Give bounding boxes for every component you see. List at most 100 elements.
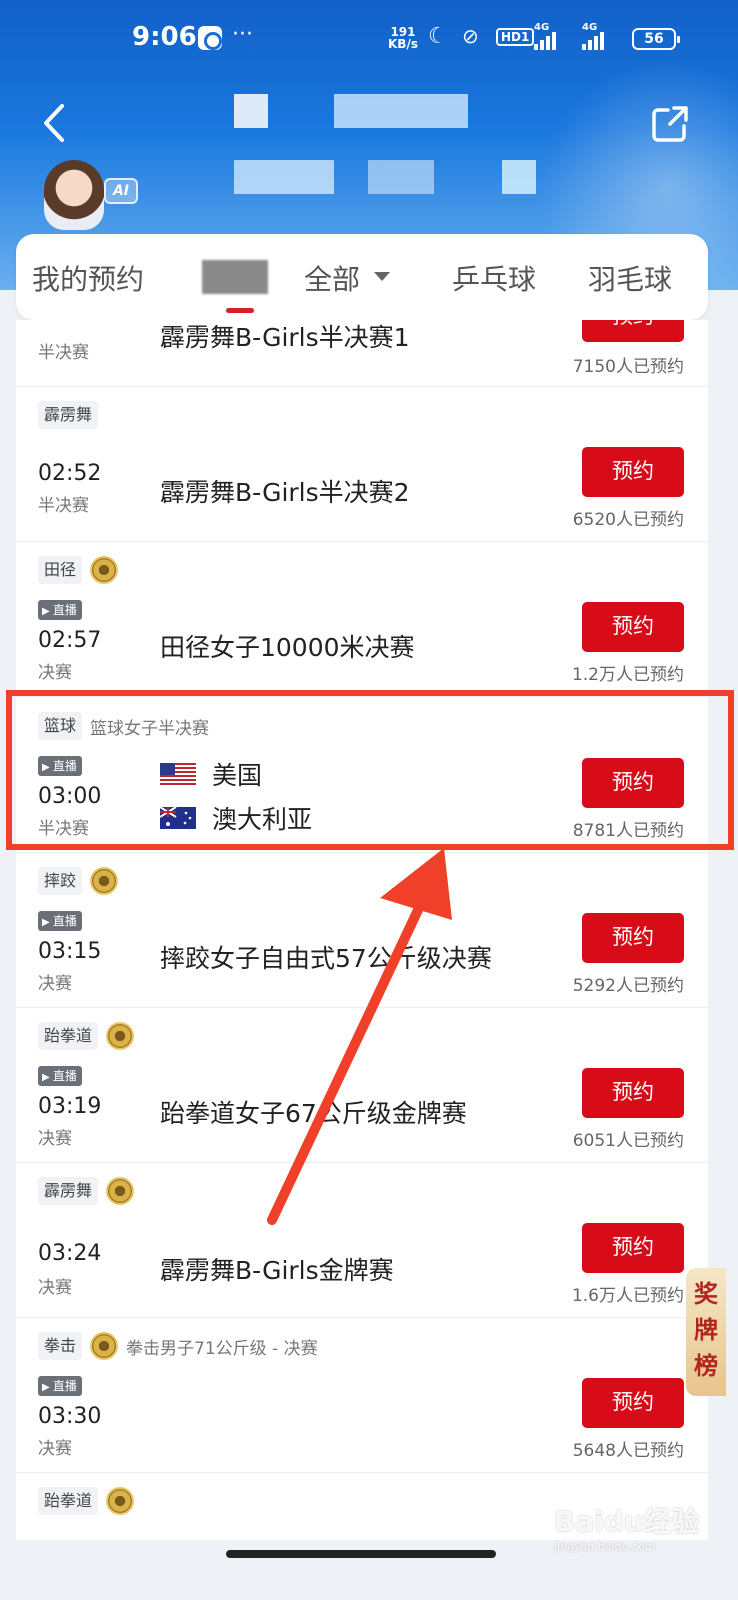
event-time: 03:00 [38,784,102,809]
category-row: 霹雳舞 [38,401,99,429]
obscured-subtitle [502,160,536,194]
tab-my-bookings[interactable]: 我的预约 [32,258,144,298]
share-button[interactable] [650,104,690,144]
tab-badminton[interactable]: 羽毛球 [588,258,672,298]
team-row: 澳大利亚 [160,796,312,840]
event-time: 02:57 [38,628,102,653]
event-stage: 决赛 [38,1439,72,1459]
medal-board-char: 牌 [694,1316,718,1344]
list-item: 摔跤 直播 03:15 决赛 摔跤女子自由式57公斤级决赛 预约 5292人已预… [16,853,708,1008]
medal-icon [90,867,119,895]
chevron-down-icon[interactable] [374,272,390,281]
home-indicator[interactable] [226,1550,496,1558]
book-button[interactable]: 预约 [582,758,684,808]
active-tab-indicator [226,308,254,313]
event-title: 摔跤女子自由式57公斤级决赛 [160,944,492,973]
event-stage: 决赛 [38,974,72,994]
tab-all[interactable]: 全部 [304,258,360,298]
event-time: 03:24 [38,1241,102,1266]
obscured-title [234,94,268,128]
booking-count: 7150人已预约 [572,357,684,377]
book-button[interactable]: 预约 [582,1068,684,1118]
event-title: 霹雳舞B-Girls半决赛1 [160,323,410,352]
booking-count: 5292人已预约 [572,976,684,996]
book-button[interactable]: 预约 [582,447,684,497]
back-chevron-icon [44,104,64,142]
live-badge: 直播 [38,1376,82,1396]
watermark-brand: Baidu经验 [554,1505,700,1538]
category-row: 霹雳舞 [38,1177,135,1205]
event-time: 03:30 [38,1404,102,1429]
signal-icon-2: 4G [582,22,604,50]
event-title: 霹雳舞B-Girls金牌赛 [160,1256,394,1285]
category-tag: 田径 [38,556,83,584]
event-stage: 半决赛 [38,496,89,516]
more-notifications-icon: ··· [232,22,253,47]
event-stage: 半决赛 [38,343,89,363]
event-time: 02:52 [38,461,102,486]
live-badge: 直播 [38,911,82,931]
team-row: 美国 [160,752,312,796]
event-list: 半决赛 霹雳舞B-Girls半决赛1 预约 7150人已预约 霹雳舞 02:52… [16,320,708,1540]
list-item: 霹雳舞 02:52 半决赛 霹雳舞B-Girls半决赛2 预约 6520人已预约 [16,387,708,542]
status-time: 9:06 [132,22,197,52]
category-tag: 篮球 [38,712,83,740]
list-item: 田径 直播 02:57 决赛 田径女子10000米决赛 预约 1.2万人已预约 [16,542,708,697]
event-stage: 决赛 [38,1129,72,1149]
booking-count: 1.2万人已预约 [571,665,684,685]
australia-flag-icon [160,807,196,829]
category-row: 跆拳道 [38,1487,135,1515]
event-title: 霹雳舞B-Girls半决赛2 [160,478,410,507]
team-name: 美国 [212,761,263,790]
live-badge: 直播 [38,756,82,776]
obscured-subtitle [234,160,334,194]
category-row: 跆拳道 [38,1022,135,1050]
category-row: 摔跤 [38,867,119,895]
watermark: Baidu经验 jingyan.baidu.com [554,1500,700,1553]
team-name: 澳大利亚 [212,805,313,834]
list-item: 半决赛 霹雳舞B-Girls半决赛1 预约 7150人已预约 [16,320,708,387]
category-row: 田径 [38,556,119,584]
category-tabs: 我的预约 全部 乒乓球 羽毛球 [16,234,708,320]
list-item: 跆拳道 直播 03:19 决赛 跆拳道女子67公斤级金牌赛 预约 6051人已预… [16,1008,708,1163]
medal-icon [106,1177,135,1205]
signal-icon: 4G [534,22,556,50]
live-badge: 直播 [38,1066,82,1086]
medal-icon [106,1487,135,1515]
booking-count: 1.6万人已预约 [571,1286,684,1306]
booking-count: 8781人已预约 [572,821,684,841]
category-row: 拳击 拳击男子71公斤级 - 决赛 [38,1332,318,1360]
mute-icon: ⊘ [462,24,479,48]
booking-count: 6051人已预约 [572,1131,684,1151]
category-tag: 摔跤 [38,867,83,895]
live-badge: 直播 [38,600,82,620]
ai-assistant-avatar[interactable] [44,160,104,230]
event-stage: 决赛 [38,663,72,683]
book-button[interactable]: 预约 [582,602,684,652]
event-title: 田径女子10000米决赛 [160,633,415,662]
medal-icon [90,1332,119,1360]
watermark-url: jingyan.baidu.com [554,1540,656,1553]
book-button[interactable]: 预约 [582,320,684,342]
medal-board-char: 奖 [694,1280,718,1308]
share-icon [652,106,688,142]
category-tag: 霹雳舞 [38,1177,99,1205]
medal-icon [106,1022,135,1050]
back-button[interactable] [36,100,76,146]
book-button[interactable]: 预约 [582,1378,684,1428]
book-button[interactable]: 预约 [582,1223,684,1273]
book-button[interactable]: 预约 [582,913,684,963]
booking-count: 5648人已预约 [572,1441,684,1461]
ai-badge[interactable]: AI [104,178,138,204]
team-list: 美国 澳大利亚 [160,752,312,840]
list-item: 拳击 拳击男子71公斤级 - 决赛 直播 03:30 决赛 预约 5648人已预… [16,1318,708,1473]
event-subtitle: 篮球女子半决赛 [90,718,210,739]
tab-obscured-active[interactable] [202,260,268,294]
medal-board-char: 榜 [694,1352,718,1380]
net-speed: 191 KB/s [388,25,418,51]
booking-count: 6520人已预约 [572,510,684,530]
medal-board-button[interactable]: 奖 牌 榜 [686,1268,726,1396]
event-time: 03:15 [38,939,102,964]
tab-pingpong[interactable]: 乒乓球 [452,258,536,298]
list-item: 篮球 篮球女子半决赛 直播 03:00 半决赛 美国 [16,698,708,853]
